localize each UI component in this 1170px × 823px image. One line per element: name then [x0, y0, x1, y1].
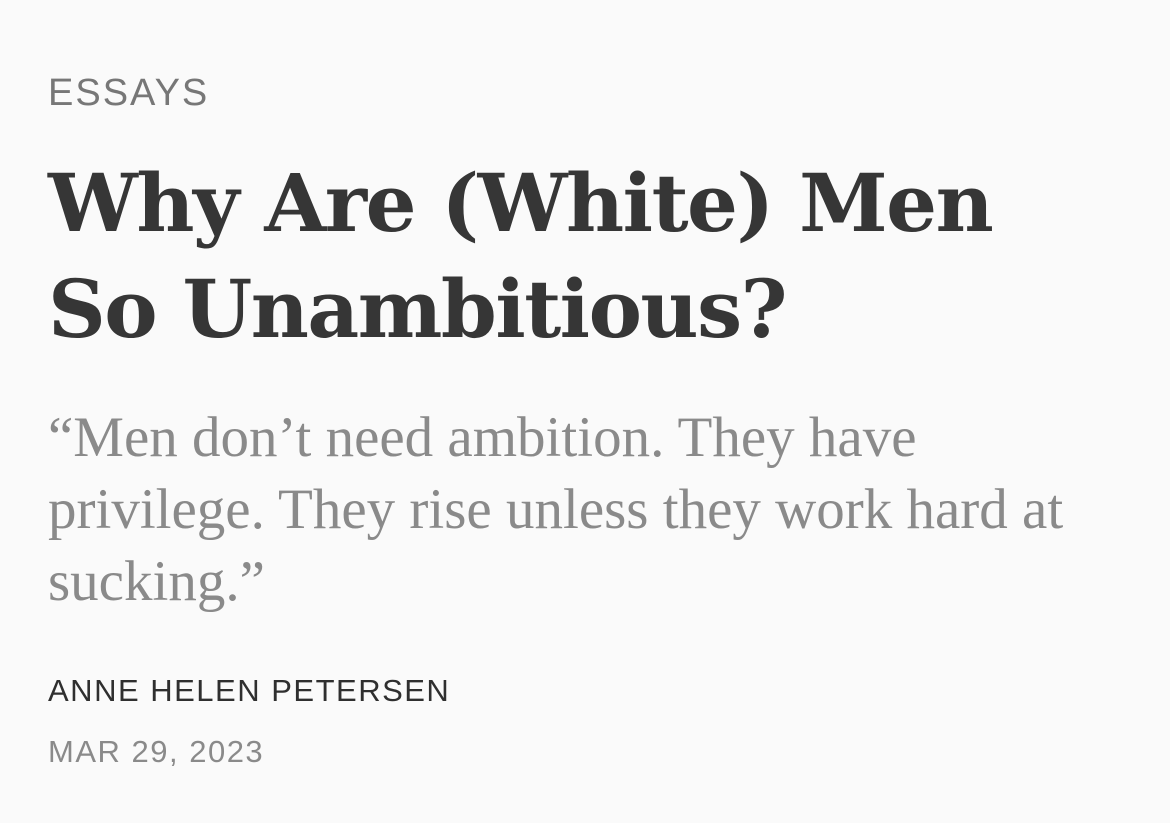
article-header: ESSAYS Why Are (White) Men So Unambitiou…	[0, 0, 1170, 823]
article-title-line-2: So Unambitious?	[48, 262, 788, 356]
article-title-line-1: Why Are (White) Men	[48, 156, 994, 250]
section-label[interactable]: ESSAYS	[48, 72, 209, 114]
article-subtitle: “Men don’t need ambition. They have priv…	[48, 406, 1064, 613]
author-byline[interactable]: ANNE HELEN PETERSEN	[48, 672, 450, 710]
publish-date: MAR 29, 2023	[48, 734, 265, 769]
article-title: Why Are (White) Men So Unambitious?	[48, 150, 1128, 362]
